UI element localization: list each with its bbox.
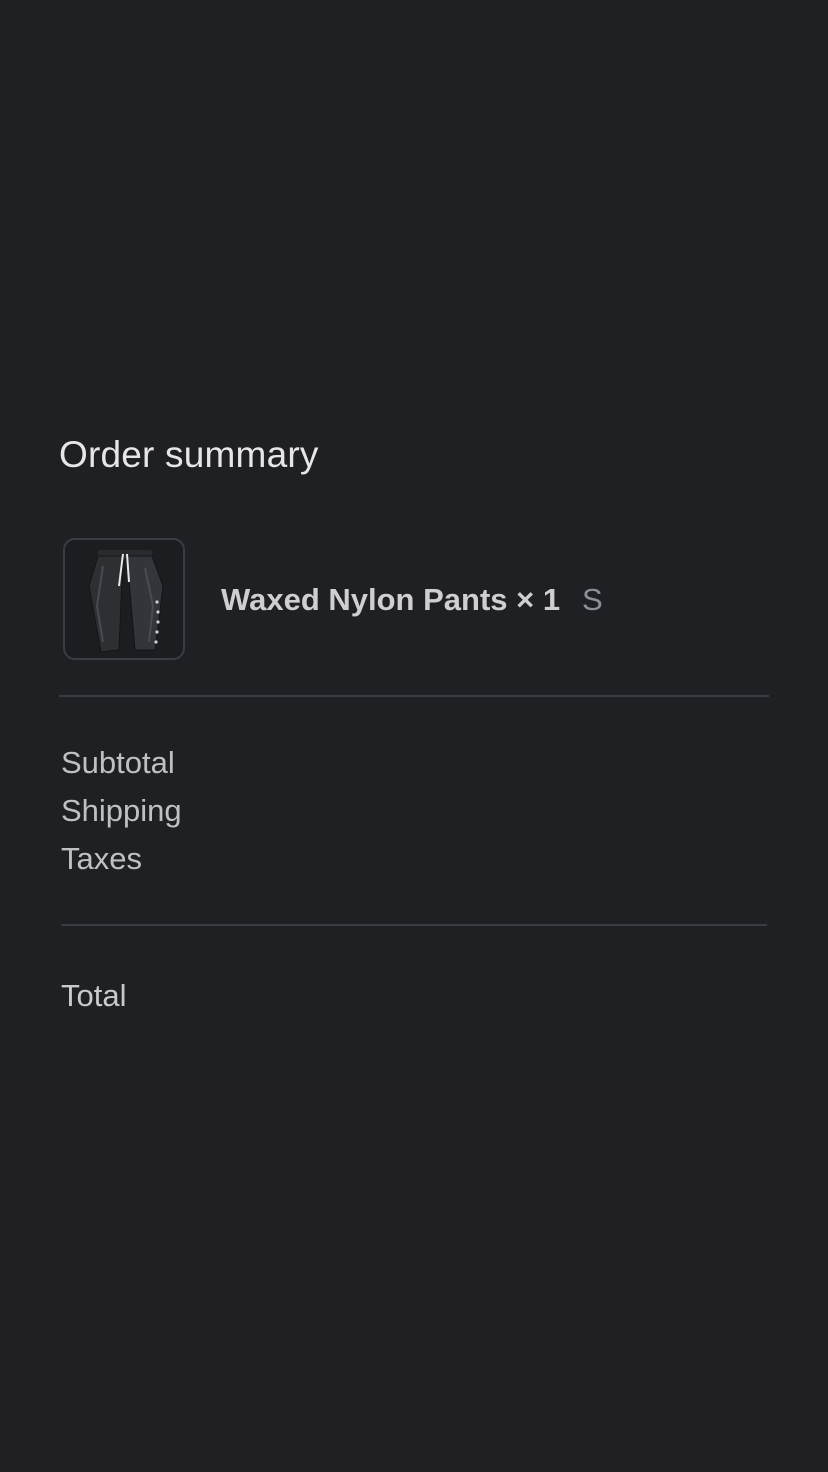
taxes-label: Taxes: [61, 841, 142, 876]
checkout-page: Order summary Waxed Nylon Pants × 1 S Su…: [0, 0, 828, 1472]
divider: [59, 695, 769, 697]
divider: [61, 924, 767, 926]
order-summary-panel: Order summary Waxed Nylon Pants × 1 S Su…: [0, 0, 828, 1080]
product-thumbnail: [63, 538, 185, 660]
order-line-item: Waxed Nylon Pants × 1 S: [63, 538, 768, 661]
shipping-label: Shipping: [61, 793, 182, 828]
pants-image-icon: [88, 550, 164, 653]
item-name-quantity: Waxed Nylon Pants × 1: [221, 582, 561, 617]
order-summary-title: Order summary: [59, 434, 319, 475]
subtotal-label: Subtotal: [61, 745, 175, 780]
item-size: S: [582, 582, 603, 617]
total-label: Total: [61, 978, 127, 1013]
